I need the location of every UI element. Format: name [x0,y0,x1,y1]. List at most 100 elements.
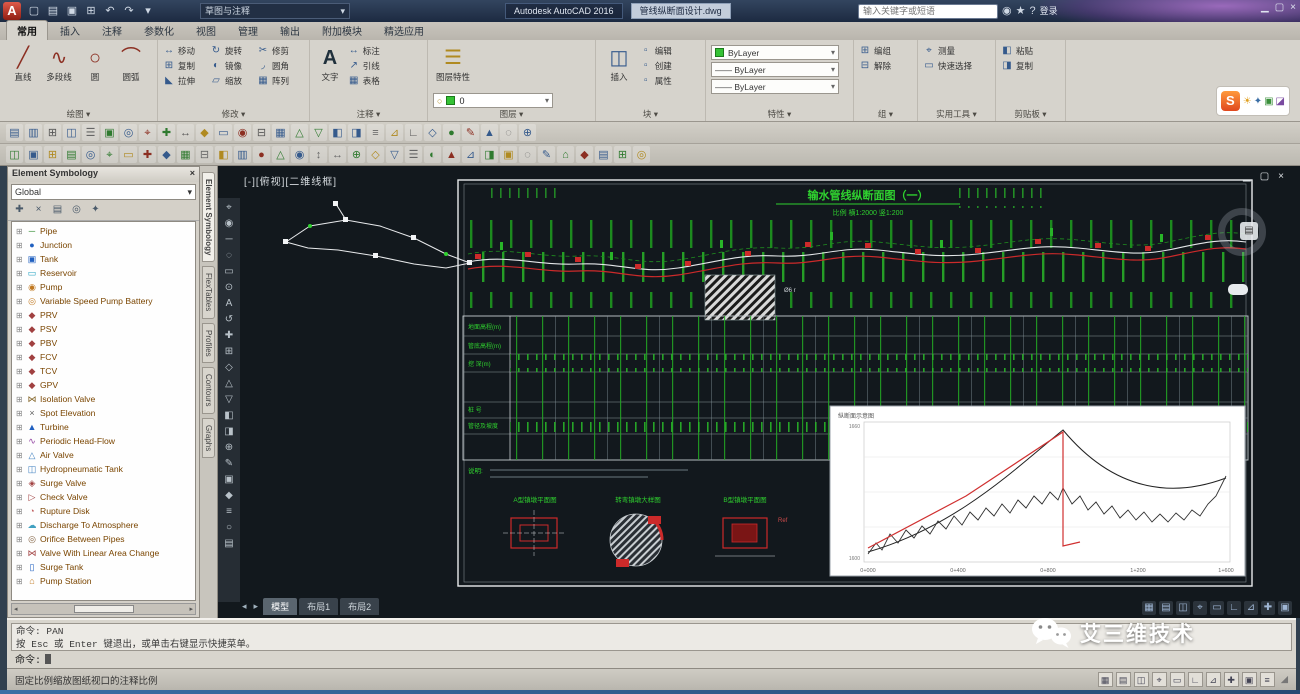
drawing-tool-icon[interactable]: ▣ [224,473,233,487]
modify-tool-button[interactable]: ▱缩放 [210,73,257,88]
toolbar-icon[interactable]: ◆ [196,124,213,141]
drawing-status-icon[interactable]: ▣ [1278,601,1292,615]
tree-item[interactable]: ⊞ ⌂ Pump Station [12,574,195,588]
inset-chart[interactable]: 纵断面示意图 0+000 0+400 0+800 1+200 1+600 166… [830,406,1245,576]
clipboard-tool-button[interactable]: ◨复制 [1001,58,1060,73]
drawing-minimize-button[interactable]: ▁ [1243,171,1251,182]
panel-close-icon[interactable]: × [190,168,195,181]
toolbar-icon[interactable]: ▭ [215,124,232,141]
panel-label-group[interactable]: 组 ▾ [854,108,917,120]
status-toggle-icon[interactable]: ✚ [1224,672,1239,687]
tree-item[interactable]: ⊞ ∿ Periodic Head-Flow [12,434,195,448]
tab-scroll-right-icon[interactable]: ▸ [252,601,261,612]
toolbar-icon[interactable]: ◆ [576,146,593,163]
expander-icon[interactable]: ⊞ [16,339,24,348]
app-logo-icon[interactable]: A [3,2,21,20]
panel-tool-icon[interactable]: ◎ [69,204,84,218]
drawing-tool-icon[interactable]: ◇ [225,361,233,375]
expander-icon[interactable]: ⊞ [16,563,24,572]
status-toggle-icon[interactable]: ⊿ [1206,672,1221,687]
toolbar-icon[interactable]: ▽ [310,124,327,141]
insert-block-button[interactable]: ◫ 插入 [601,43,637,82]
toolbar-icon[interactable]: ▤ [63,146,80,163]
toolbar-icon[interactable]: ↔ [329,146,346,163]
toolbar-icon[interactable]: ▽ [386,146,403,163]
toolbar-icon[interactable]: △ [272,146,289,163]
layout-tab[interactable]: 布局1 [299,598,338,615]
toolbar-icon[interactable]: ◉ [291,146,308,163]
tree-item[interactable]: ⊞ ▷ Check Valve [12,490,195,504]
expander-icon[interactable]: ⊞ [16,227,24,236]
tree-item[interactable]: ⊞ ◆ PSV [12,322,195,336]
expander-icon[interactable]: ⊞ [16,507,24,516]
toolbar-icon[interactable]: ☰ [405,146,422,163]
panel-tool-icon[interactable]: ▤ [50,204,65,218]
toolbar-icon[interactable]: ◨ [481,146,498,163]
drawing-tool-icon[interactable]: ▭ [224,265,233,279]
drawing-status-icon[interactable]: ▤ [1159,601,1173,615]
tree-item[interactable]: ⊞ ◆ PRV [12,308,195,322]
draw-tool-button[interactable]: ○圆 [77,43,113,82]
status-toggle-icon[interactable]: ▦ [1098,672,1113,687]
signin-label[interactable]: 登录 [1040,3,1058,19]
toolbar-icon[interactable]: ⊕ [519,124,536,141]
scroll-left-arrow[interactable]: ◂ [14,605,18,613]
drawing-area[interactable]: 输水管线纵断面图（一） 比例 横1:2000 竖1:200 [218,166,1300,618]
qat-icon[interactable]: ⊞ [83,3,99,19]
viewport-label[interactable]: [-][俯视][二维线框] [244,173,337,188]
navigation-button[interactable]: ▤ [1240,222,1258,240]
toolbar-icon[interactable]: ▣ [25,146,42,163]
ribbon-tab[interactable]: 附加模块 [312,21,372,40]
toolbar-icon[interactable]: ◇ [424,124,441,141]
toolbar-icon[interactable]: ↔ [177,124,194,141]
scrollbar-thumb[interactable] [74,605,134,613]
qat-icon[interactable]: ▤ [45,3,61,19]
expander-icon[interactable]: ⊞ [16,521,24,530]
ribbon-tab[interactable]: 视图 [186,21,226,40]
expander-icon[interactable]: ⊞ [16,311,24,320]
tree-item[interactable]: ⊞ ─ Pipe [12,224,195,238]
qat-icon[interactable]: ▢ [26,3,42,19]
annotation-tool-button[interactable]: ▦表格 [348,73,380,88]
plugin-s-logo[interactable]: S [1221,91,1240,111]
toolbar-icon[interactable]: ◐ [424,146,441,163]
drawing-tool-icon[interactable]: ✎ [225,457,233,471]
toolbar-icon[interactable]: ▲ [481,124,498,141]
linetype-dropdown[interactable]: —— ByLayer ▾ [711,62,839,77]
toolbar-icon[interactable]: ◫ [6,146,23,163]
modify-tool-button[interactable]: ↔移动 [163,43,210,58]
ribbon-tab[interactable]: 精选应用 [374,21,434,40]
modify-tool-button[interactable]: ⊞复制 [163,58,210,73]
drawing-tool-icon[interactable]: ◧ [224,409,233,423]
plugin-icon[interactable]: ☀ [1243,96,1252,107]
tree-item[interactable]: ⊞ ◆ GPV [12,378,195,392]
modify-tool-button[interactable]: ↻旋转 [210,43,257,58]
toolbar-icon[interactable]: ⊿ [386,124,403,141]
panel-tool-icon[interactable]: ✦ [88,204,103,218]
dock-tab[interactable]: Graphs [202,418,215,458]
workspace-selector[interactable]: 草图与注释▾ [200,3,350,19]
toolbar-icon[interactable]: ▦ [272,124,289,141]
drawing-status-icon[interactable]: ∟ [1227,601,1241,615]
tree-item[interactable]: ⊞ ▲ Turbine [12,420,195,434]
horizontal-scrollbar[interactable]: ◂ ▸ [11,603,196,615]
tree-item[interactable]: ⊞ ◫ Hydropneumatic Tank [12,462,195,476]
toolbar-icon[interactable]: ◌ [500,124,517,141]
toolbar-icon[interactable]: △ [291,124,308,141]
tree-item[interactable]: ⊞ × Spot Elevation [12,406,195,420]
expander-icon[interactable]: ⊞ [16,437,24,446]
drawing-tool-icon[interactable]: ◨ [224,425,233,439]
annotation-tool-button[interactable]: ↗引线 [348,58,380,73]
dock-tab[interactable]: Profiles [202,323,215,364]
symbology-definition-dropdown[interactable]: Global ▾ [11,184,196,200]
toolbar-icon[interactable]: ▥ [25,124,42,141]
dock-tab[interactable]: Contours [202,367,215,413]
panel-label-annotation[interactable]: 注释 ▾ [310,108,427,120]
qat-icon[interactable]: ▾ [140,3,156,19]
tree-item[interactable]: ⊞ ◆ PBV [12,336,195,350]
expander-icon[interactable]: ⊞ [16,241,24,250]
ribbon-tab[interactable]: 插入 [50,21,90,40]
toolbar-icon[interactable]: ▭ [120,146,137,163]
toolbar-icon[interactable]: ◎ [120,124,137,141]
panel-label-clipboard[interactable]: 剪贴板 ▾ [996,108,1065,120]
